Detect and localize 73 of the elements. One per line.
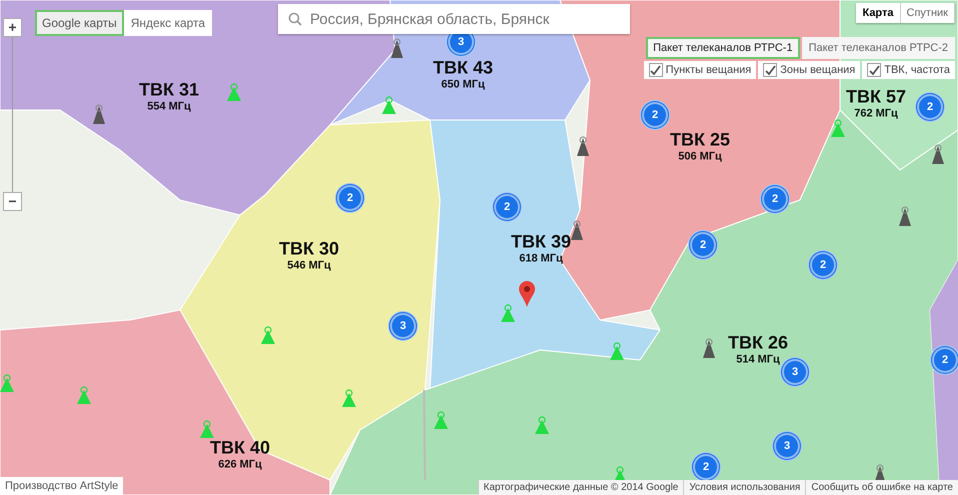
layer-toggle[interactable]: Зоны вещания [758, 61, 860, 79]
zoom-out-button[interactable]: − [3, 192, 22, 211]
channel-label: ТВК 25 [670, 130, 730, 150]
antenna-icon[interactable] [76, 386, 92, 404]
frequency-label: 546 МГц [287, 260, 331, 272]
cluster-marker[interactable]: 2 [934, 349, 956, 371]
check-icon [764, 64, 776, 76]
antenna-icon[interactable] [534, 416, 550, 434]
antenna-icon[interactable] [433, 411, 449, 429]
frequency-label: 506 МГц [678, 150, 722, 162]
tower-icon[interactable] [390, 38, 404, 58]
layer-label: Пункты вещания [666, 64, 752, 76]
check-icon [650, 64, 662, 76]
cluster-marker[interactable]: 2 [695, 456, 717, 478]
package-tab[interactable]: Пакет телеканалов РТРС-2 [802, 37, 955, 59]
search-icon [288, 12, 302, 26]
cluster-marker[interactable]: 3 [776, 435, 798, 457]
tower-icon[interactable] [570, 220, 584, 240]
cluster-marker[interactable]: 2 [496, 196, 518, 218]
cluster-marker[interactable]: 3 [392, 315, 414, 337]
frequency-label: 554 МГц [147, 100, 191, 112]
search-field[interactable]: Россия, Брянская область, Брянск [278, 4, 630, 34]
antenna-icon[interactable] [830, 119, 846, 137]
tower-icon[interactable] [92, 104, 106, 124]
cluster-marker[interactable]: 2 [692, 234, 714, 256]
package-tab[interactable]: Пакет телеканалов РТРС-1 [646, 37, 800, 59]
channel-label: ТВК 39 [511, 232, 571, 252]
frequency-label: 514 МГц [736, 354, 780, 366]
check-icon [868, 64, 880, 76]
layer-label: Зоны вещания [780, 64, 856, 76]
antenna-icon[interactable] [500, 304, 516, 322]
antenna-icon[interactable] [226, 83, 242, 101]
antenna-icon[interactable] [260, 326, 276, 344]
checkbox[interactable] [648, 63, 663, 77]
map-type-tab[interactable]: Спутник [900, 3, 955, 23]
attribution-link[interactable]: Картографические данные © 2014 Google [478, 480, 684, 495]
tower-icon[interactable] [702, 338, 716, 358]
credit-text: Производство ArtStyle [0, 477, 124, 495]
antenna-icon[interactable] [609, 342, 625, 360]
tower-icon[interactable] [576, 136, 590, 156]
antenna-icon[interactable] [199, 420, 215, 438]
channel-label: ТВК 43 [433, 58, 493, 78]
cluster-marker[interactable]: 2 [919, 96, 941, 118]
checkbox[interactable] [867, 63, 882, 77]
cluster-marker[interactable]: 2 [812, 254, 834, 276]
channel-label: ТВК 26 [728, 332, 788, 354]
attribution-link[interactable]: Условия использования [683, 480, 806, 495]
location-pin-icon[interactable] [518, 280, 536, 308]
layer-toggle[interactable]: Пункты вещания [644, 61, 756, 79]
frequency-label: 762 МГц [854, 108, 898, 120]
tower-icon[interactable] [931, 144, 945, 164]
antenna-icon[interactable] [0, 374, 15, 392]
channel-label: ТВК 31 [139, 80, 199, 100]
antenna-icon[interactable] [341, 389, 357, 407]
frequency-label: 618 МГц [519, 252, 563, 264]
layer-label: ТВК, частота [884, 64, 950, 76]
map-type-tab[interactable]: Карта [856, 3, 901, 23]
antenna-icon[interactable] [381, 96, 397, 114]
checkbox[interactable] [763, 63, 778, 77]
channel-label: ТВК 40 [210, 438, 270, 458]
cluster-marker[interactable]: 2 [339, 187, 361, 209]
cluster-marker[interactable]: 2 [644, 104, 666, 126]
cluster-marker[interactable]: 3 [784, 361, 806, 383]
frequency-label: 650 МГц [441, 78, 485, 90]
cluster-marker[interactable]: 2 [764, 188, 786, 210]
provider-tab[interactable]: Google карты [35, 10, 124, 36]
layer-toggle[interactable]: ТВК, частота [862, 61, 955, 79]
tower-icon[interactable] [898, 206, 912, 226]
channel-label: ТВК 57 [846, 86, 906, 108]
attribution-link[interactable]: Сообщить об ошибке на карте [805, 480, 958, 495]
zoom-in-button[interactable]: + [3, 18, 22, 37]
frequency-label: 626 МГц [218, 458, 262, 470]
channel-label: ТВК 30 [279, 238, 339, 260]
